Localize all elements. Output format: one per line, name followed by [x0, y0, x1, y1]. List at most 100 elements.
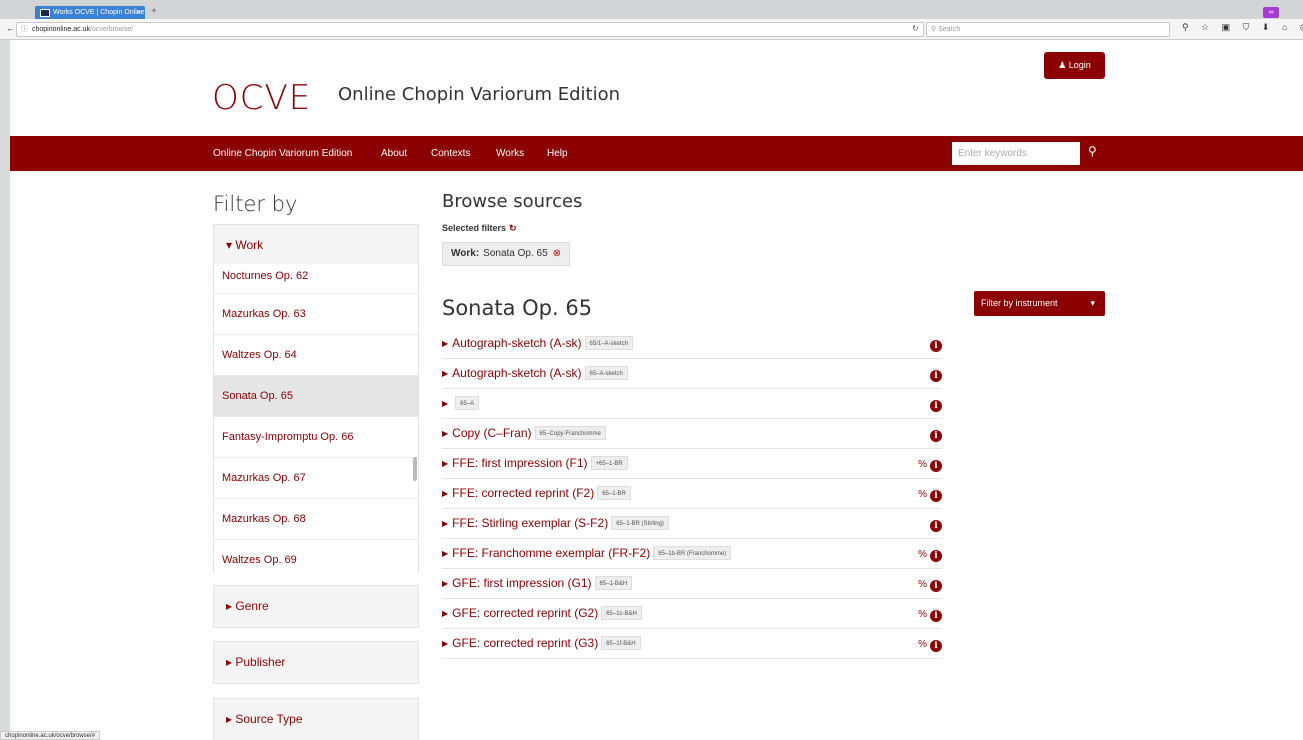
link-icon[interactable]: %	[918, 609, 927, 620]
info-icon[interactable]: i	[930, 340, 942, 352]
source-name[interactable]: FFE: Franchomme exemplar (FR-F2)	[452, 546, 650, 560]
reload-icon[interactable]: ↻	[912, 24, 919, 33]
info-icon[interactable]: i	[930, 550, 942, 562]
keyword-search-input[interactable]	[952, 142, 1080, 165]
selected-filters-text: Selected filters	[442, 223, 507, 233]
genre-panel-header[interactable]: ▸ Genre	[214, 586, 418, 627]
back-arrow-icon[interactable]: ←	[6, 23, 15, 33]
list-item-active[interactable]: Sonata Op. 65	[214, 376, 418, 417]
browser-toolbar: ← ⓘ chopinonline.ac.uk/ocve/browse/ ↻ ⚲ S…	[0, 19, 1303, 40]
source-row[interactable]: ▶ 65–A i	[442, 389, 942, 419]
publisher-panel-header[interactable]: ▸ Publisher	[214, 642, 418, 683]
source-code-badge: 65–1-BR (Stirling)	[611, 516, 669, 530]
caret-right-icon: ▶	[442, 489, 449, 498]
info-icon[interactable]: i	[930, 520, 942, 532]
source-row[interactable]: ▶ GFE: corrected reprint (G3) 65–1f-B&H% i	[442, 629, 942, 659]
site-info-icon[interactable]: ⓘ	[21, 26, 28, 33]
new-tab-button[interactable]: +	[151, 6, 157, 18]
work-title: Sonata Op. 65	[442, 296, 593, 320]
caret-right-icon: ▶	[442, 459, 449, 468]
nav-item-home[interactable]: Online Chopin Variorum Edition	[213, 136, 352, 171]
link-icon[interactable]: %	[918, 459, 927, 470]
caret-right-icon: ▶	[442, 549, 449, 558]
refresh-icon[interactable]: ↻	[509, 223, 517, 233]
info-icon[interactable]: i	[930, 580, 942, 592]
list-item[interactable]: Fantasy-Impromptu Op. 66	[214, 417, 418, 458]
source-name[interactable]: FFE: corrected reprint (F2)	[452, 486, 594, 500]
source-actions: i	[930, 389, 942, 418]
browser-search-placeholder: Search	[938, 26, 961, 33]
browser-search-field[interactable]: ⚲ Search	[926, 22, 1170, 37]
main-nav: Online Chopin Variorum Edition About Con…	[10, 136, 1303, 171]
nav-item-help[interactable]: Help	[547, 136, 568, 171]
source-row[interactable]: ▶ GFE: corrected reprint (G2) 65–1c-B&H% i	[442, 599, 942, 629]
info-icon[interactable]: i	[930, 400, 942, 412]
source-list: ▶ Autograph-sketch (A-sk) 65/1–A-sketch i ▶ A…	[442, 329, 942, 659]
list-item[interactable]: Waltzes Op. 64	[214, 335, 418, 376]
source-row[interactable]: ▶ FFE: Stirling exemplar (S-F2) 65–1-BR (S…	[442, 509, 942, 539]
work-filter-panel[interactable]: ▾ Work	[213, 224, 419, 267]
source-name[interactable]: GFE: corrected reprint (G3)	[452, 636, 598, 650]
list-item[interactable]: Mazurkas Op. 63	[214, 294, 418, 335]
login-button[interactable]: ♟ Login	[1044, 52, 1105, 79]
source-row[interactable]: ▶ Autograph-sketch (A-sk) 65/1–A-sketch i	[442, 329, 942, 359]
source-code-badge: 65–Copy-Franchomme	[534, 426, 606, 440]
source-actions: % i	[918, 569, 942, 599]
source-name[interactable]: FFE: first impression (F1)	[452, 456, 587, 470]
publisher-filter-panel[interactable]: ▸ Publisher	[213, 641, 419, 684]
info-icon[interactable]: i	[930, 370, 942, 382]
nav-item-works[interactable]: Works	[496, 136, 524, 171]
browser-tab[interactable]: Works OCVE | Chopin Online ×	[35, 6, 145, 20]
source-type-filter-panel[interactable]: ▸ Source Type	[213, 698, 419, 740]
list-item[interactable]: Waltzes Op. 69	[214, 540, 418, 572]
source-row[interactable]: ▶ FFE: corrected reprint (F2) 65–1-BR% i	[442, 479, 942, 509]
source-name[interactable]: Copy (C–Fran)	[452, 426, 531, 440]
genre-filter-panel[interactable]: ▸ Genre	[213, 585, 419, 628]
source-code-badge: 65–1-BR	[597, 486, 631, 500]
info-icon[interactable]: i	[930, 640, 942, 652]
source-row[interactable]: ▶ FFE: Franchomme exemplar (FR-F2) 65–1b-B…	[442, 539, 942, 569]
work-list[interactable]: Nocturnes Op. 62 Mazurkas Op. 63 Waltzes…	[213, 264, 419, 572]
source-actions: i	[930, 329, 942, 358]
source-row[interactable]: ▶ Copy (C–Fran) 65–Copy-Franchomme i	[442, 419, 942, 449]
extension-icon[interactable]: ∞	[1263, 7, 1279, 18]
source-actions: % i	[918, 449, 942, 479]
source-row[interactable]: ▶ Autograph-sketch (A-sk) 65–A-sketch i	[442, 359, 942, 389]
work-panel-header[interactable]: ▾ Work	[214, 225, 418, 266]
filter-instrument-button[interactable]: Filter by instrument ▾	[974, 291, 1105, 316]
source-name[interactable]: Autograph-sketch (A-sk)	[452, 336, 581, 350]
source-row[interactable]: ▶ GFE: first impression (G1) 65–1-B&H% i	[442, 569, 942, 599]
source-name[interactable]: GFE: first impression (G1)	[452, 576, 591, 590]
address-bar[interactable]: ⓘ chopinonline.ac.uk/ocve/browse/	[16, 22, 924, 37]
nav-item-contexts[interactable]: Contexts	[431, 136, 470, 171]
source-code-badge: 65–A	[455, 396, 480, 410]
list-item[interactable]: Nocturnes Op. 62	[214, 264, 418, 294]
scrollbar-thumb[interactable]	[413, 457, 417, 481]
search-icon[interactable]: ⚲	[1088, 144, 1097, 158]
link-icon[interactable]: %	[918, 549, 927, 560]
info-icon[interactable]: i	[930, 490, 942, 502]
caret-right-icon: ▶	[442, 369, 449, 378]
caret-right-icon: ▶	[442, 579, 449, 588]
source-code-badge: 65–A-sketch	[584, 366, 628, 380]
site-logo[interactable]: OCVE	[212, 78, 311, 118]
source-name[interactable]: GFE: corrected reprint (G2)	[452, 606, 598, 620]
nav-item-about[interactable]: About	[381, 136, 407, 171]
source-row[interactable]: ▶ FFE: first impression (F1) +65–1-BR% i	[442, 449, 942, 479]
remove-filter-icon[interactable]: ⊗	[553, 248, 561, 259]
info-icon[interactable]: i	[930, 430, 942, 442]
link-icon[interactable]: %	[918, 579, 927, 590]
link-icon[interactable]: %	[918, 639, 927, 650]
chip-label: Work:	[451, 248, 480, 259]
source-type-panel-header[interactable]: ▸ Source Type	[214, 699, 418, 740]
list-item[interactable]: Mazurkas Op. 67	[214, 458, 418, 499]
source-actions: % i	[918, 599, 942, 629]
list-item[interactable]: Mazurkas Op. 68	[214, 499, 418, 540]
source-name[interactable]: Autograph-sketch (A-sk)	[452, 366, 581, 380]
source-name[interactable]: FFE: Stirling exemplar (S-F2)	[452, 516, 608, 530]
link-icon[interactable]: %	[918, 489, 927, 500]
toolbar-icons[interactable]: ⚲ ☆ ▣ ⛉ ⬇ ⌂ ◎ ≡	[1182, 22, 1303, 33]
info-icon[interactable]: i	[930, 610, 942, 622]
tab-close-icon[interactable]: ×	[136, 6, 141, 20]
info-icon[interactable]: i	[930, 460, 942, 472]
